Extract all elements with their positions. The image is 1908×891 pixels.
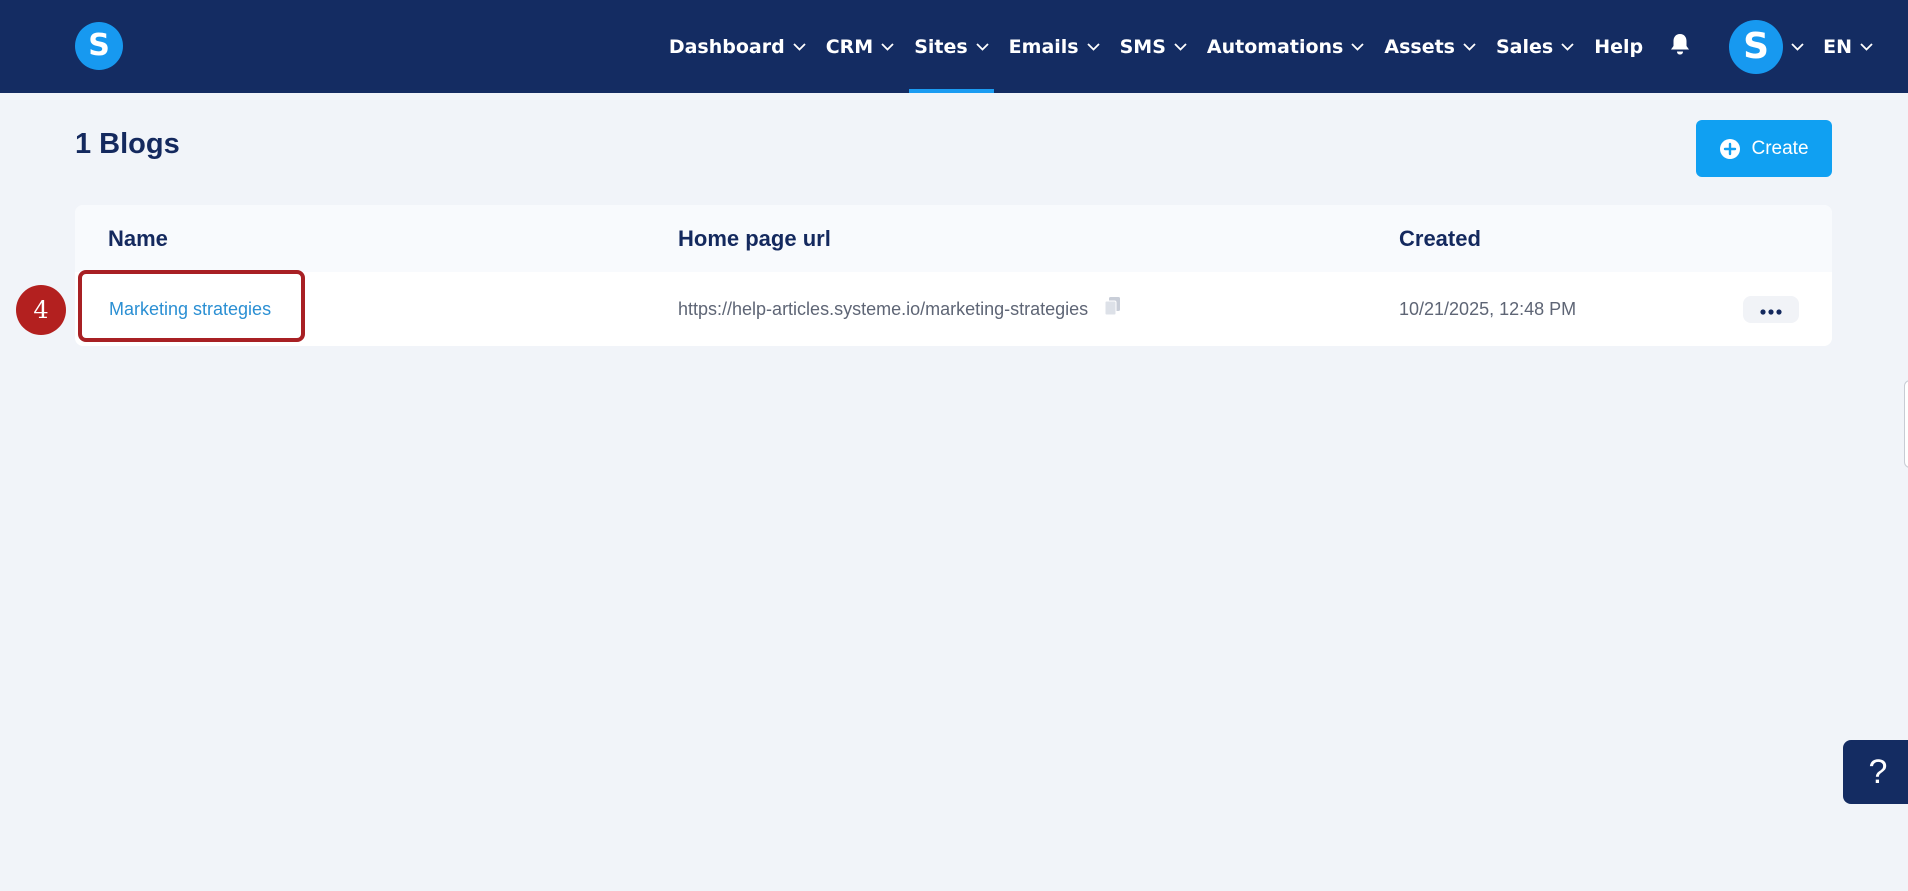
chevron-down-icon [1086, 42, 1100, 51]
user-menu[interactable]: S [1724, 0, 1809, 93]
nav-item-assets[interactable]: Assets [1379, 0, 1481, 93]
nav-item-sms[interactable]: SMS [1115, 0, 1192, 93]
language-label: EN [1823, 35, 1852, 58]
nav-item-crm[interactable]: CRM [821, 0, 899, 93]
create-button-label: Create [1751, 137, 1809, 159]
chevron-down-icon [1174, 42, 1187, 51]
annotation-highlight-box [78, 270, 305, 342]
nav-item-sites[interactable]: Sites [909, 0, 995, 93]
plus-circle-icon [1719, 138, 1741, 160]
systeme-logo[interactable]: S [75, 22, 123, 70]
nav-item-label: Sites [914, 35, 968, 58]
nav-item-emails[interactable]: Emails [1004, 0, 1105, 93]
chevron-down-icon [881, 42, 894, 51]
nav-item-label: Dashboard [668, 35, 785, 58]
chevron-down-icon [1860, 42, 1873, 51]
chevron-down-icon [1791, 42, 1804, 51]
row-actions-button[interactable] [1743, 296, 1799, 323]
side-panel-tab[interactable] [1904, 380, 1908, 468]
nav-item-automations[interactable]: Automations [1202, 0, 1369, 93]
copy-icon[interactable] [1104, 296, 1122, 316]
nav-item-label: SMS [1119, 35, 1166, 58]
nav-item-label: Assets [1384, 35, 1455, 58]
annotation-step-badge: 4 [16, 285, 66, 335]
table-header: Name Home page url Created [75, 205, 1832, 272]
page-title: 1 Blogs [75, 128, 180, 160]
nav-item-label: Emails [1008, 35, 1079, 58]
blogs-table: Name Home page url Created Marketing str… [75, 205, 1832, 346]
create-blog-button[interactable]: Create [1696, 120, 1832, 177]
avatar-letter: S [1743, 26, 1770, 67]
logo-letter: S [88, 28, 110, 63]
help-button[interactable]: ? [1843, 740, 1908, 804]
chevron-down-icon [976, 42, 989, 51]
column-header-url: Home page url [678, 225, 831, 251]
chevron-down-icon [1561, 42, 1574, 51]
nav-item-label: CRM [825, 35, 874, 58]
language-selector[interactable]: EN [1818, 0, 1878, 93]
table-row: Marketing strategies https://help-articl… [75, 272, 1832, 346]
top-navigation-bar: S Dashboard CRM Sites Emails SMS Automat… [0, 0, 1908, 93]
chevron-down-icon [793, 42, 806, 51]
more-horizontal-icon [1759, 300, 1783, 319]
nav-item-label: Automations [1206, 35, 1344, 58]
column-header-name: Name [108, 225, 168, 251]
avatar: S [1729, 19, 1784, 74]
notifications-button[interactable] [1659, 0, 1701, 93]
bell-icon [1669, 32, 1691, 61]
main-nav: Dashboard CRM Sites Emails SMS Automatio… [659, 0, 1908, 93]
column-header-created: Created [1399, 225, 1481, 251]
nav-item-label: Help [1594, 35, 1644, 58]
nav-item-sales[interactable]: Sales [1491, 0, 1579, 93]
created-date: 10/21/2025, 12:48 PM [1399, 298, 1577, 319]
chevron-down-icon [1351, 42, 1365, 51]
home-page-url: https://help-articles.systeme.io/marketi… [678, 298, 1089, 319]
nav-item-label: Sales [1495, 35, 1554, 58]
chevron-down-icon [1463, 42, 1476, 51]
question-mark-icon: ? [1868, 752, 1888, 791]
nav-item-help[interactable]: Help [1589, 0, 1648, 93]
step-number: 4 [33, 296, 49, 324]
nav-item-dashboard[interactable]: Dashboard [664, 0, 811, 93]
